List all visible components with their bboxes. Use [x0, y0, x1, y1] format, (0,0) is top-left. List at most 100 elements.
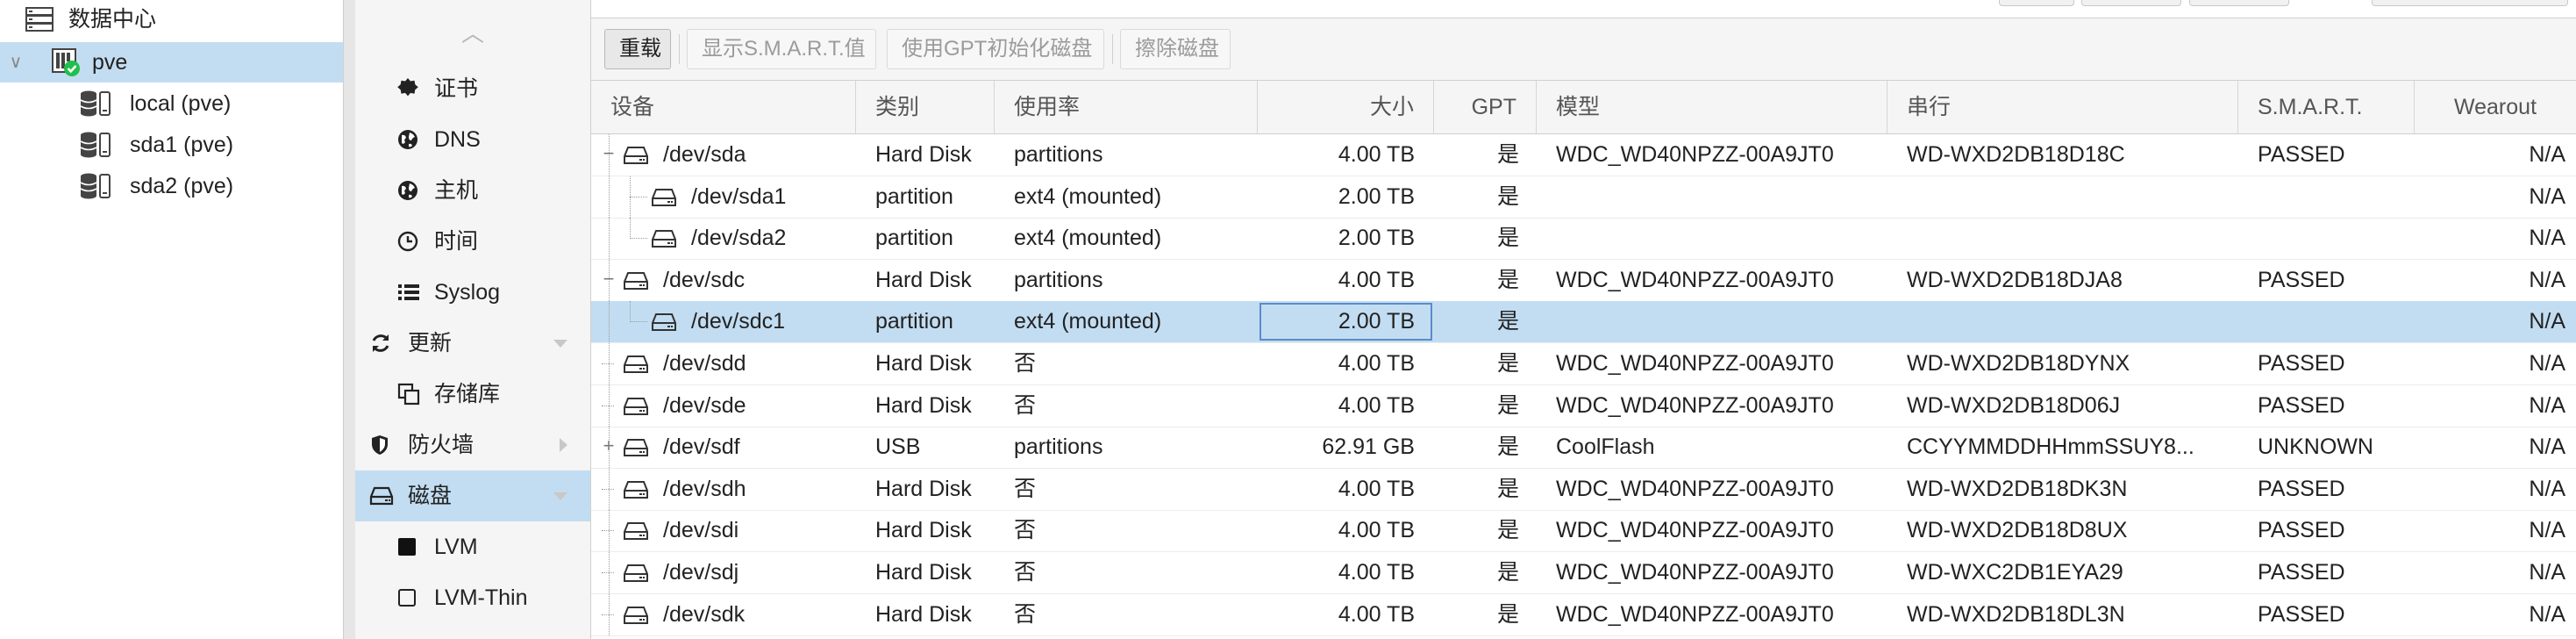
menu-item-hosts[interactable]: 主机: [355, 165, 590, 216]
tree-item-label: 数据中心: [68, 7, 157, 32]
menu-item-disks[interactable]: 磁盘: [355, 470, 590, 521]
cell-usage: 否: [1014, 392, 1037, 418]
cell-smart: PASSED: [2258, 267, 2345, 292]
column-header-usage[interactable]: 使用率: [995, 81, 1258, 133]
cell-serial: WD-WXD2DB18DL3N: [1907, 601, 2125, 627]
device-name: /dev/sdc: [663, 267, 746, 292]
header-button-partial[interactable]: [1999, 0, 2074, 6]
cell-wearout: N/A: [2529, 142, 2565, 167]
device-cell: −/dev/sdc: [591, 259, 856, 301]
table-row[interactable]: /dev/sde Hard Disk 否 4.00 TB 是 WDC_WD40NPZZ-0…: [591, 384, 2576, 427]
caret-down-icon[interactable]: [552, 470, 569, 521]
column-header-model[interactable]: 模型: [1537, 81, 1887, 133]
menu-item-dns[interactable]: DNS: [355, 114, 590, 165]
menu-item-label: 存储库: [434, 382, 501, 406]
disk-row-icon: [651, 312, 677, 333]
disk-grid: 设备 类别 使用率 大小 GPT 模型 串行 S.M.A.R.T. Wearout −/dev/…: [591, 81, 2576, 639]
tree-connector: [630, 238, 647, 240]
cell-model: WDC_WD40NPZZ-00A9JT0: [1556, 142, 1834, 167]
column-header-serial[interactable]: 串行: [1887, 81, 2238, 133]
tree-item-datacenter[interactable]: 数据中心: [0, 0, 343, 39]
cell-smart: PASSED: [2258, 518, 2345, 543]
cell-usage: partitions: [1014, 267, 1103, 292]
header-button-partial[interactable]: [2189, 0, 2289, 6]
cell-size: 4.00 TB: [1338, 142, 1415, 167]
table-row[interactable]: −/dev/sda Hard Disk partitions 4.00 TB 是 WDC_…: [591, 134, 2576, 176]
tree-item-local[interactable]: local (pve): [0, 83, 343, 124]
tree-item-pve[interactable]: ∨ pve: [0, 42, 343, 83]
table-row[interactable]: /dev/sdc1 partition ext4 (mounted) 2.00 TB 是…: [591, 301, 2576, 344]
column-header-type[interactable]: 类别: [856, 81, 995, 133]
table-row[interactable]: /dev/sdi Hard Disk 否 4.00 TB 是 WDC_WD40NPZZ-0…: [591, 510, 2576, 553]
cell-gpt: 是: [1496, 560, 1519, 585]
disk-row-icon: [623, 479, 649, 500]
table-row[interactable]: +/dev/sdf USB partitions 62.91 GB 是 CoolFlash…: [591, 427, 2576, 470]
device-cell: /dev/sdd: [591, 343, 856, 384]
cell-gpt: 是: [1496, 309, 1519, 334]
reload-button[interactable]: 重载: [604, 29, 671, 69]
device-name: /dev/sdi: [663, 518, 739, 543]
disk-row-icon: [623, 354, 649, 375]
wipe-disk-button[interactable]: 擦除磁盘: [1120, 29, 1231, 69]
cell-model: WDC_WD40NPZZ-00A9JT0: [1556, 351, 1834, 376]
toolbar-separator: [679, 34, 680, 64]
column-header-device[interactable]: 设备: [591, 81, 856, 133]
tree-connector: [602, 530, 614, 532]
table-row[interactable]: /dev/sdd Hard Disk 否 4.00 TB 是 WDC_WD40NPZZ-0…: [591, 343, 2576, 385]
cell-usage: ext4 (mounted): [1014, 309, 1162, 334]
cell-gpt: 是: [1496, 267, 1519, 292]
table-row[interactable]: /dev/sdh Hard Disk 否 4.00 TB 是 WDC_WD40NPZZ-0…: [591, 468, 2576, 511]
tree-item-sda2[interactable]: sda2 (pve): [0, 166, 343, 206]
header-button-partial[interactable]: [2372, 0, 2568, 6]
table-row[interactable]: /dev/sdk Hard Disk 否 4.00 TB 是 WDC_WD40NPZZ-0…: [591, 593, 2576, 636]
menu-item-lvmthin[interactable]: LVM-Thin: [355, 572, 590, 623]
tree-expander-icon[interactable]: ∨: [7, 42, 25, 83]
cell-serial: WD-WXD2DB18D06J: [1907, 392, 2121, 418]
tree-item-sda1[interactable]: sda1 (pve): [0, 125, 343, 165]
device-cell: /dev/sdk: [591, 593, 856, 635]
table-row[interactable]: /dev/sda2 partition ext4 (mounted) 2.00 TB 是…: [591, 218, 2576, 261]
column-header-size[interactable]: 大小: [1258, 81, 1434, 133]
menu-item-label: 磁盘: [408, 484, 453, 508]
menu-item-label: 主机: [434, 178, 479, 203]
device-cell: /dev/sde: [591, 384, 856, 427]
caret-down-icon[interactable]: [552, 318, 569, 369]
table-row[interactable]: −/dev/sdc Hard Disk partitions 4.00 TB 是 WDC_…: [591, 259, 2576, 302]
cell-usage: 否: [1014, 518, 1037, 543]
cell-type: Hard Disk: [875, 392, 972, 418]
menu-item-syslog[interactable]: Syslog: [355, 267, 590, 318]
caret-right-icon[interactable]: [557, 420, 569, 470]
device-cell: /dev/sdi: [591, 510, 856, 552]
menu-item-firewall[interactable]: 防火墙: [355, 420, 590, 470]
column-header-gpt[interactable]: GPT: [1434, 81, 1537, 133]
table-row[interactable]: /dev/sda1 partition ext4 (mounted) 2.00 TB 是…: [591, 176, 2576, 219]
menu-item-label: 时间: [434, 229, 479, 254]
menu-item-lvm[interactable]: LVM: [355, 521, 590, 572]
shield-icon: [369, 420, 390, 470]
device-name: /dev/sde: [663, 392, 746, 418]
menu-item-updates[interactable]: 更新: [355, 318, 590, 369]
node-online-icon: [51, 42, 81, 83]
menu-scroll-up-icon[interactable]: ︿: [355, 16, 590, 48]
header-button-partial[interactable]: [2081, 0, 2181, 6]
menu-item-repos[interactable]: 存储库: [355, 369, 590, 420]
cell-smart: PASSED: [2258, 351, 2345, 376]
show-smart-button[interactable]: 显示S.M.A.R.T.值: [687, 29, 876, 69]
cell-usage: ext4 (mounted): [1014, 226, 1162, 251]
menu-item-certs[interactable]: 证书: [355, 63, 590, 114]
table-row[interactable]: /dev/sdj Hard Disk 否 4.00 TB 是 WDC_WD40NPZZ-0…: [591, 552, 2576, 594]
cell-smart: PASSED: [2258, 142, 2345, 167]
tree-connector: [602, 614, 614, 615]
cell-usage: 否: [1014, 601, 1037, 627]
column-header-smart[interactable]: S.M.A.R.T.: [2238, 81, 2415, 133]
disk-row-icon: [623, 563, 649, 584]
cell-size: 4.00 TB: [1338, 601, 1415, 627]
column-header-wearout[interactable]: Wearout: [2415, 81, 2576, 133]
cell-serial: WD-WXC2DB1EYA29: [1907, 560, 2123, 585]
tree-connector: [609, 218, 610, 260]
storage-icon: [79, 166, 112, 206]
menu-item-time[interactable]: 时间: [355, 216, 590, 267]
cell-type: Hard Disk: [875, 476, 972, 501]
init-gpt-button[interactable]: 使用GPT初始化磁盘: [887, 29, 1104, 69]
storage-icon: [79, 125, 112, 165]
